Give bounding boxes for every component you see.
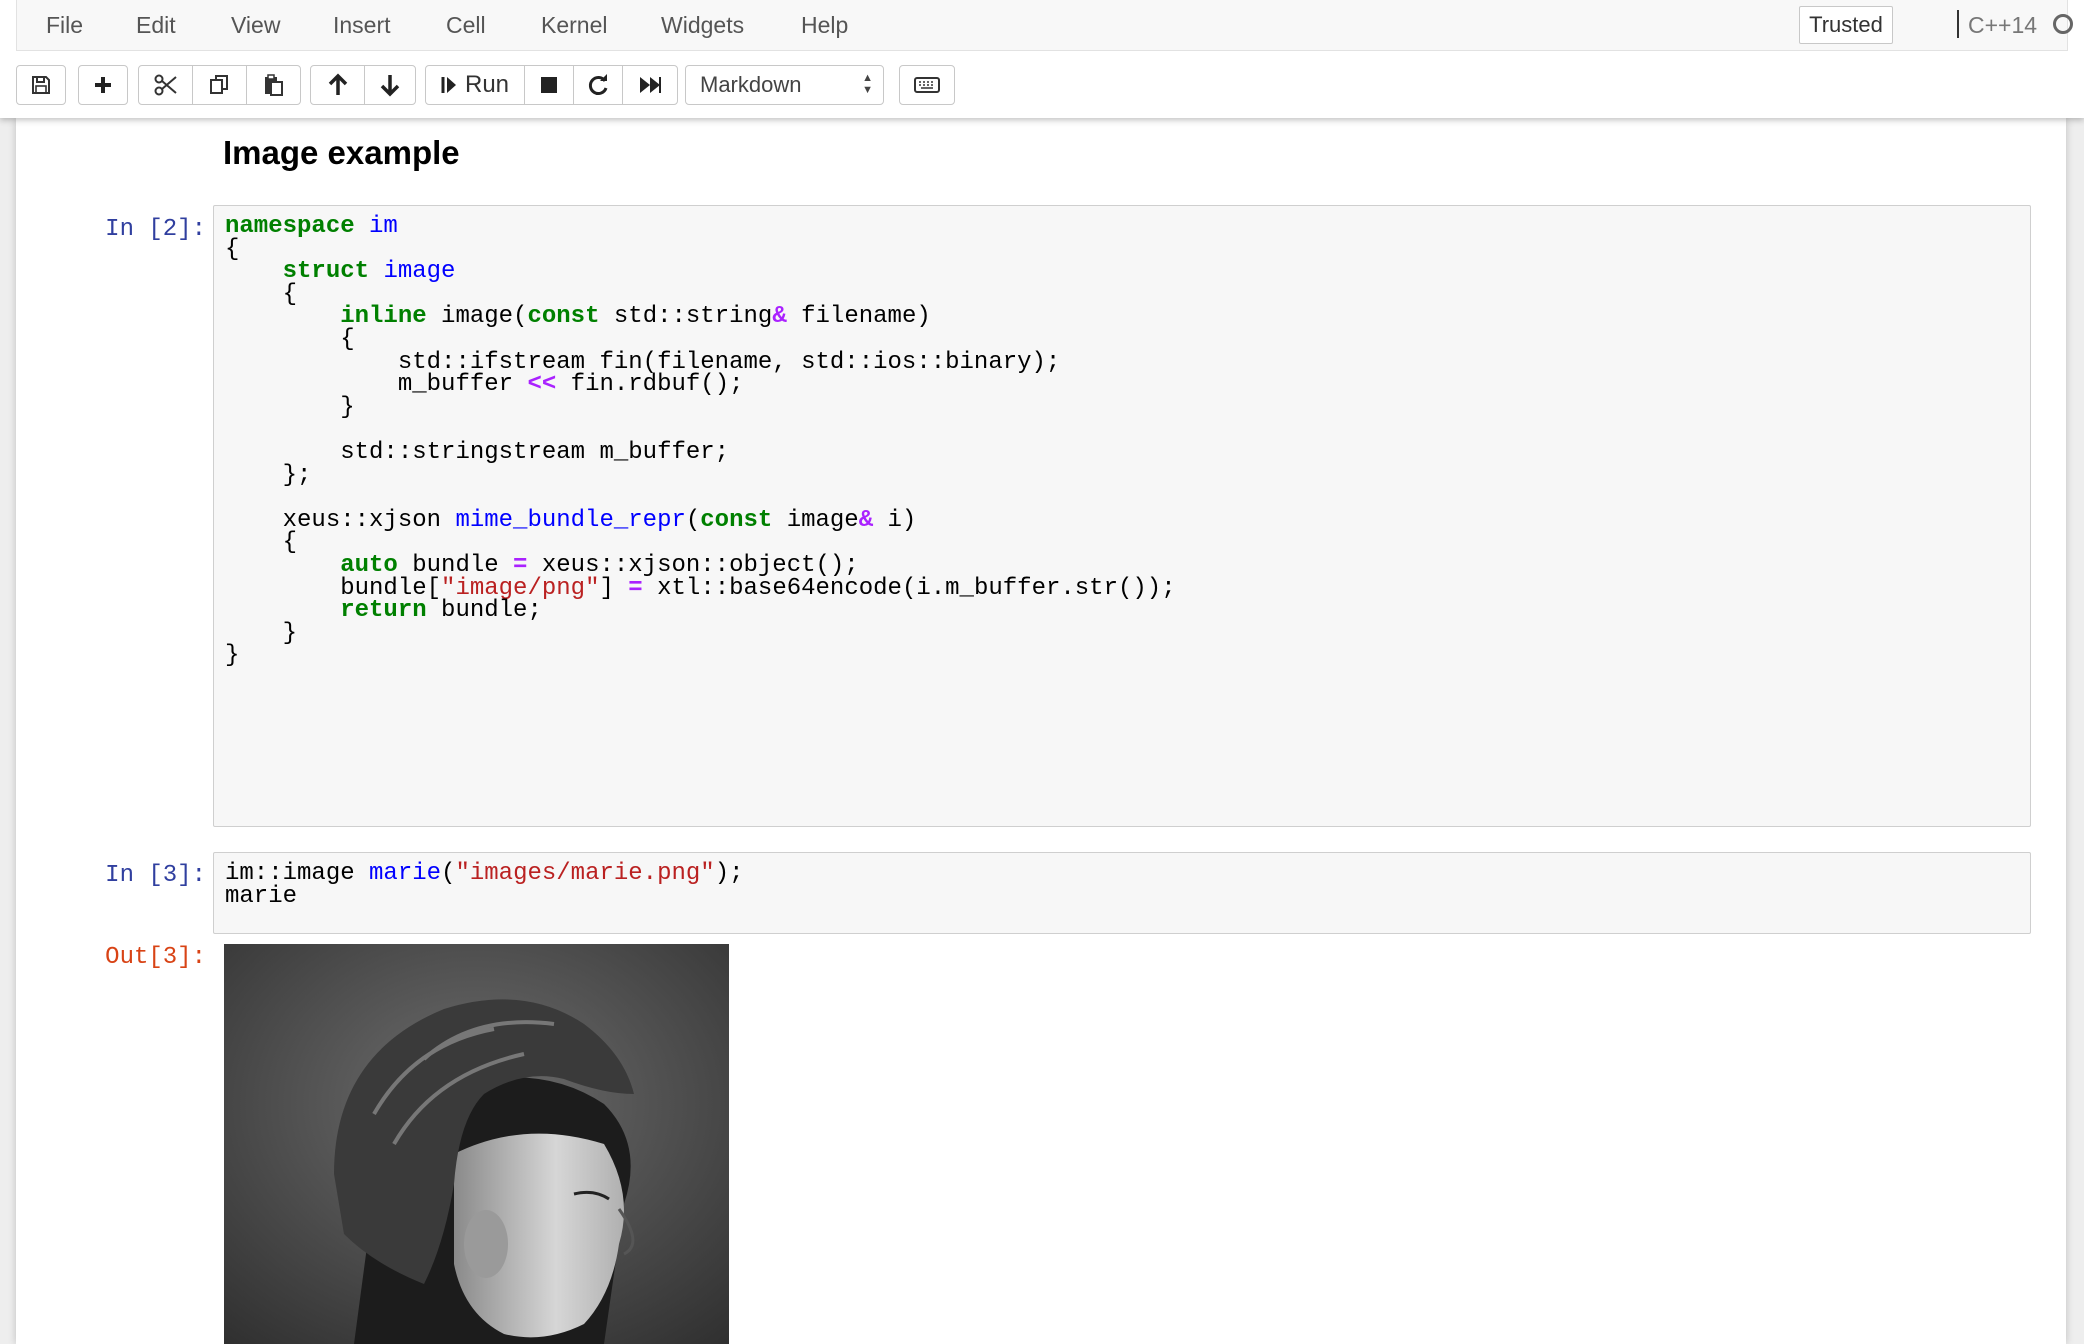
notebook-container: Image example In [2]: namespace im{ stru…	[16, 118, 2066, 1344]
paste-button[interactable]	[246, 65, 301, 105]
menu-file[interactable]: File	[46, 12, 83, 39]
restart-kernel-button[interactable]	[573, 65, 623, 105]
insert-cell-button[interactable]	[78, 65, 128, 105]
save-icon	[32, 76, 50, 94]
run-icon	[441, 77, 456, 93]
cut-button[interactable]	[138, 65, 193, 105]
kernel-idle-indicator-icon	[2053, 14, 2073, 34]
restart-run-all-button[interactable]	[622, 65, 678, 105]
move-down-button[interactable]	[364, 65, 416, 105]
move-up-button[interactable]	[310, 65, 365, 105]
trusted-badge[interactable]: Trusted	[1799, 6, 1893, 44]
code-cell-input[interactable]: namespace im{ struct image { inline imag…	[213, 205, 2031, 827]
output-prompt: Out[3]:	[105, 944, 206, 971]
kernel-name[interactable]: C++14	[1968, 12, 2037, 39]
input-prompt: In [2]:	[105, 216, 206, 243]
run-label: Run	[464, 71, 510, 98]
plus-icon	[95, 77, 111, 93]
menu-view[interactable]: View	[231, 12, 280, 39]
cell-output-image	[224, 944, 729, 1344]
code-line: marie	[225, 882, 298, 910]
arrow-down-icon	[380, 75, 400, 97]
copy-icon	[209, 75, 228, 94]
code-line: };	[225, 461, 312, 489]
code-line: namespace im	[225, 213, 398, 240]
markdown-heading[interactable]: Image example	[223, 134, 460, 172]
stop-icon	[541, 77, 557, 93]
paste-icon	[264, 74, 283, 96]
code-line: }	[225, 642, 240, 670]
save-button[interactable]	[16, 65, 66, 105]
notebook-header: File Edit View Insert Cell Kernel Widget…	[0, 0, 2084, 118]
code-line: im::image marie("images/marie.png");	[225, 860, 744, 887]
kernel-separator	[1957, 10, 1959, 38]
keyboard-icon	[914, 77, 940, 93]
copy-button[interactable]	[192, 65, 247, 105]
code-cell-input[interactable]: im::image marie("images/marie.png"); mari…	[213, 852, 2031, 934]
input-prompt: In [3]:	[105, 862, 206, 889]
code-line: }	[225, 393, 355, 421]
menu-edit[interactable]: Edit	[136, 12, 176, 39]
scissors-icon	[154, 74, 177, 96]
fast-forward-icon	[640, 77, 661, 93]
code-line: xeus::xjson mime_bundle_repr(const image…	[225, 506, 917, 534]
command-palette-button[interactable]	[899, 65, 955, 105]
cell-type-value: Markdown	[700, 72, 802, 97]
menu-help[interactable]: Help	[801, 12, 848, 39]
menu-insert[interactable]: Insert	[333, 12, 391, 39]
cell-type-select[interactable]: Markdown ▲ ▼	[685, 65, 884, 105]
portrait-image	[224, 944, 729, 1344]
run-button[interactable]: Run	[425, 65, 525, 105]
select-arrows-icon: ▲ ▼	[862, 72, 873, 96]
interrupt-kernel-button[interactable]	[524, 65, 574, 105]
menu-kernel[interactable]: Kernel	[541, 12, 607, 39]
menu-cell[interactable]: Cell	[446, 12, 486, 39]
restart-icon	[588, 74, 608, 95]
menu-bar: File Edit View Insert Cell Kernel Widget…	[16, 0, 2073, 51]
menu-widgets[interactable]: Widgets	[661, 12, 744, 39]
arrow-up-icon	[328, 73, 347, 95]
